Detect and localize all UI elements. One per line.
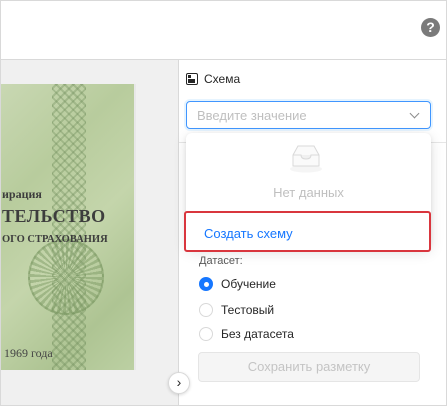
radio-no-dataset[interactable]: Без датасета xyxy=(199,326,294,342)
help-icon[interactable]: ? xyxy=(421,18,440,37)
empty-inbox-icon xyxy=(290,145,322,173)
schema-select[interactable]: Введите значение xyxy=(186,101,431,129)
document-rosette-emblem xyxy=(28,239,104,315)
schema-select-placeholder: Введите значение xyxy=(197,107,307,123)
radio-checked-icon[interactable] xyxy=(199,277,213,291)
document-text-line: ОГО СТРАХОВАНИЯ xyxy=(2,234,108,245)
dataset-label: Датасет: xyxy=(199,255,243,267)
top-bar: ? xyxy=(0,0,447,58)
document-text-line: ирация xyxy=(2,187,42,201)
schema-icon xyxy=(186,73,198,85)
schema-label-text: Схема xyxy=(204,72,241,86)
document-text-line: ТЕЛЬСТВО xyxy=(2,206,106,226)
document-text-line: 1969 года xyxy=(4,346,53,360)
document-ornament-band xyxy=(52,84,86,370)
create-schema-link[interactable]: Создать схему xyxy=(204,226,293,241)
save-markup-button[interactable]: Сохранить разметку xyxy=(198,352,420,382)
document-image[interactable]: ирация ТЕЛЬСТВО ОГО СТРАХОВАНИЯ 1969 год… xyxy=(0,84,136,370)
expand-panel-button[interactable]: › xyxy=(168,372,190,394)
radio-label: Обучение xyxy=(221,277,276,291)
empty-state-text: Нет данных xyxy=(273,185,344,200)
chevron-down-icon xyxy=(410,110,420,120)
radio-unchecked-icon[interactable] xyxy=(199,303,213,317)
radio-unchecked-icon[interactable] xyxy=(199,327,213,341)
radio-label: Без датасета xyxy=(221,327,294,341)
radio-training[interactable]: Обучение xyxy=(199,276,276,292)
radio-test[interactable]: Тестовый xyxy=(199,302,274,318)
schema-label: Схема xyxy=(186,71,240,87)
radio-label: Тестовый xyxy=(221,303,275,317)
